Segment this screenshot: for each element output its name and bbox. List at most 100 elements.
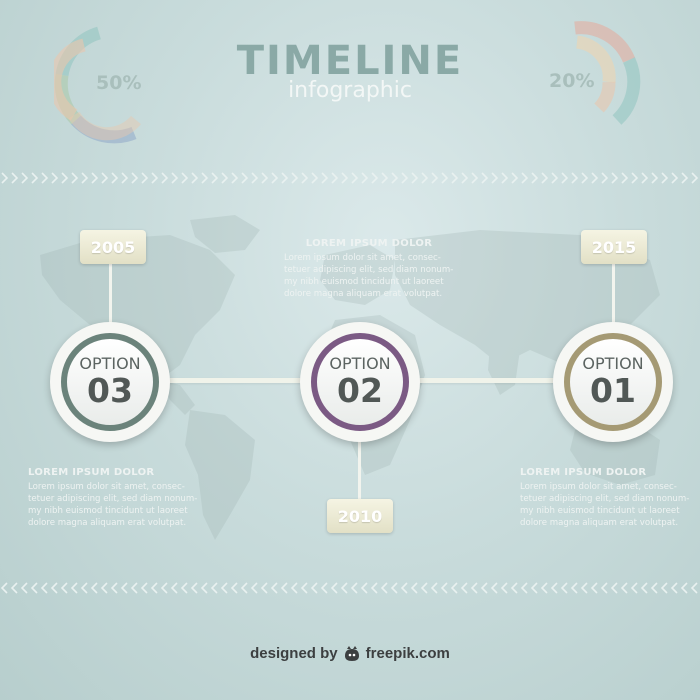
text-block-body: Lorem ipsum dolor sit amet, consec- tetu… <box>520 481 695 529</box>
chevron-mark <box>321 172 329 184</box>
text-line: dolore magna aliquam erat volutpat. <box>284 289 443 299</box>
chevron-mark <box>101 172 109 184</box>
chevron-mark <box>181 172 189 184</box>
stem-2015 <box>612 262 615 326</box>
chevron-mark <box>560 582 568 594</box>
chevron-mark <box>30 582 38 594</box>
chevron-mark <box>161 172 169 184</box>
year-tag-2015: 2015 <box>581 230 647 264</box>
chevron-mark <box>1 172 9 184</box>
chevron-mark <box>350 582 358 594</box>
option-number: 01 <box>590 371 636 410</box>
stem-2010 <box>358 438 361 500</box>
chevron-mark <box>681 172 689 184</box>
text-block-body: Lorem ipsum dolor sit amet, consec- tetu… <box>284 252 454 300</box>
year-tag-2010: 2010 <box>327 499 393 533</box>
chevron-mark <box>231 172 239 184</box>
chevron-mark <box>291 172 299 184</box>
chevron-mark <box>130 582 138 594</box>
chevron-mark <box>120 582 128 594</box>
chevron-mark <box>41 172 49 184</box>
chevron-mark <box>420 582 428 594</box>
chevron-mark <box>410 582 418 594</box>
chevron-mark <box>510 582 518 594</box>
chevron-mark <box>530 582 538 594</box>
text-line: my nibh euismod tincidunt ut laoreet <box>28 506 188 516</box>
chevron-mark <box>501 172 509 184</box>
chevron-mark <box>600 582 608 594</box>
chevron-mark <box>371 172 379 184</box>
chevron-mark <box>400 582 408 594</box>
text-line: dolore magna aliquam erat volutpat. <box>28 518 187 528</box>
chevron-mark <box>471 172 479 184</box>
text-block-heading: LOREM IPSUM DOLOR <box>520 467 647 478</box>
chevron-mark <box>381 172 389 184</box>
chevron-mark <box>241 172 249 184</box>
chevron-divider-bottom <box>0 582 698 594</box>
chevron-mark <box>11 172 19 184</box>
chevron-mark <box>671 172 679 184</box>
chevron-mark <box>320 582 328 594</box>
chevron-mark <box>351 172 359 184</box>
chevron-mark <box>491 172 499 184</box>
chevron-mark <box>481 172 489 184</box>
chevron-mark <box>211 172 219 184</box>
chevron-mark <box>240 582 248 594</box>
chevron-mark <box>631 172 639 184</box>
option-ring: OPTION 01 <box>564 333 662 431</box>
text-line: tetuer adipiscing elit, sed diam nonum- <box>520 494 690 504</box>
chevron-mark <box>340 582 348 594</box>
chevron-mark <box>301 172 309 184</box>
chevron-mark <box>441 172 449 184</box>
chevron-mark <box>71 172 79 184</box>
chevron-mark <box>521 172 529 184</box>
text-block-body: Lorem ipsum dolor sit amet, consec- tetu… <box>28 481 203 529</box>
chevron-mark <box>70 582 78 594</box>
chevron-mark <box>20 582 28 594</box>
chevron-mark <box>411 172 419 184</box>
chevron-mark <box>191 172 199 184</box>
chevron-mark <box>180 582 188 594</box>
chevron-mark <box>480 582 488 594</box>
chevron-mark <box>590 582 598 594</box>
chevron-mark <box>251 172 259 184</box>
chevron-mark <box>430 582 438 594</box>
text-line: dolore magna aliquam erat volutpat. <box>520 518 679 528</box>
chevron-mark <box>250 582 258 594</box>
chevron-mark <box>260 582 268 594</box>
chevron-mark <box>570 582 578 594</box>
chevron-mark <box>591 172 599 184</box>
chevron-mark <box>341 172 349 184</box>
chevron-mark <box>10 582 18 594</box>
text-block-heading: LOREM IPSUM DOLOR <box>305 238 433 249</box>
chevron-mark <box>431 172 439 184</box>
credit: designed by freepik.com <box>0 645 700 662</box>
chevron-mark <box>261 172 269 184</box>
chevron-mark <box>150 582 158 594</box>
chevron-mark <box>140 582 148 594</box>
chevron-mark <box>551 172 559 184</box>
chevron-mark <box>300 582 308 594</box>
chevron-mark <box>661 172 669 184</box>
chevron-mark <box>401 172 409 184</box>
credit-brand: freepik.com <box>365 645 450 662</box>
chevron-mark <box>380 582 388 594</box>
chevron-mark <box>541 172 549 184</box>
chevron-mark <box>540 582 548 594</box>
option-node-01: OPTION 01 <box>553 322 673 442</box>
chevron-mark <box>310 582 318 594</box>
chevron-mark <box>390 582 398 594</box>
chevron-mark <box>581 172 589 184</box>
chevron-mark <box>170 582 178 594</box>
chevron-mark <box>660 582 668 594</box>
chevron-mark <box>171 172 179 184</box>
option-node-03: OPTION 03 <box>50 322 170 442</box>
option-node-02: OPTION 02 <box>300 322 420 442</box>
ring-right-pct: 20% <box>549 70 595 92</box>
chevron-mark <box>370 582 378 594</box>
chevron-mark <box>500 582 508 594</box>
chevron-mark <box>270 582 278 594</box>
chevron-mark <box>141 172 149 184</box>
chevron-mark <box>50 582 58 594</box>
chevron-mark <box>331 172 339 184</box>
